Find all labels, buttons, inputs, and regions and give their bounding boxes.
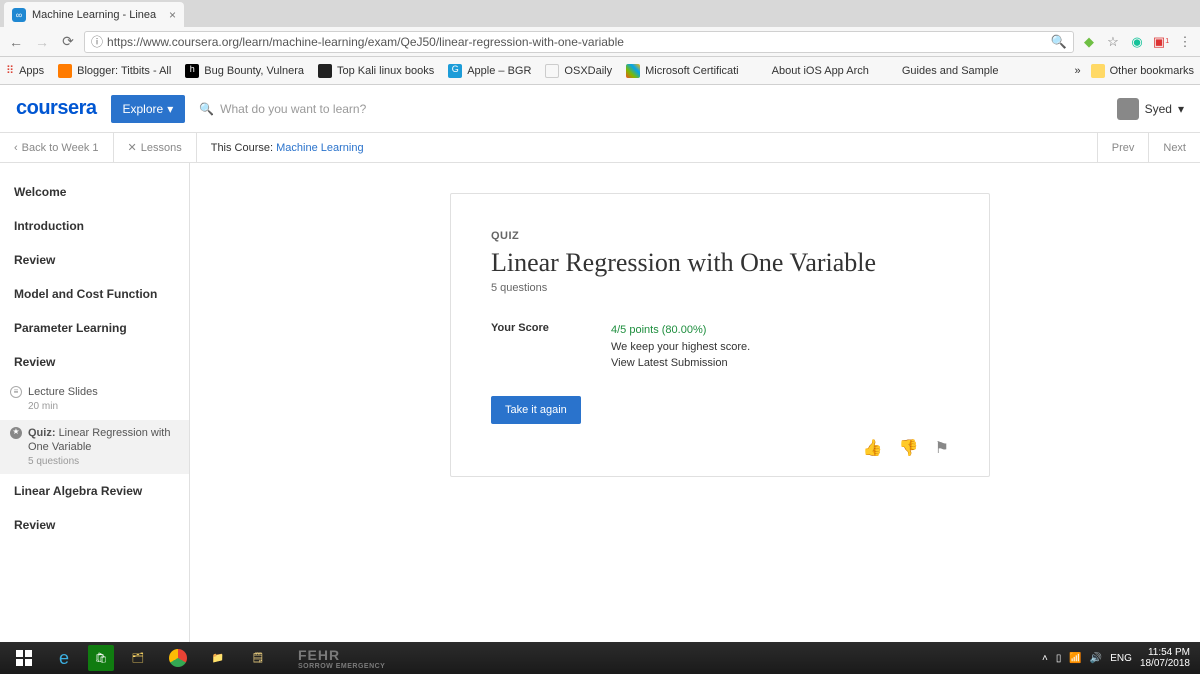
other-bookmarks[interactable]: Other bookmarks <box>1091 64 1194 78</box>
bookmark-item[interactable]: Blogger: Titbits - All <box>58 64 171 78</box>
course-link[interactable]: Machine Learning <box>276 142 363 154</box>
prev-button[interactable]: Prev <box>1097 133 1149 163</box>
score-note: We keep your highest score. <box>611 339 750 356</box>
search-field[interactable]: 🔍 What do you want to learn? <box>199 102 1102 116</box>
user-menu[interactable]: Syed ▾ <box>1117 98 1184 120</box>
sidebar-section[interactable]: Model and Cost Function <box>0 277 189 311</box>
nav-reload-button[interactable]: ⟳ <box>58 32 78 52</box>
browser-tab-strip: ∞ Machine Learning - Linea × <box>0 0 1200 27</box>
course-subnav: ‹Back to Week 1 ✕Lessons This Course: Ma… <box>0 133 1200 163</box>
score-label: Your Score <box>491 322 611 372</box>
sidebar-section[interactable]: Review <box>0 345 189 379</box>
start-button[interactable] <box>4 642 44 674</box>
extension-icon[interactable]: ◆ <box>1080 33 1098 51</box>
bookmarks-bar: ⠿Apps Blogger: Titbits - All hBug Bounty… <box>0 57 1200 85</box>
windows-taskbar: e 🛍 🗂 📁 🗒 FEHRSORROW EMERGENCY ˄ ▯ 📶 🔊 E… <box>0 642 1200 674</box>
bookmark-item[interactable]: Guides and Sample <box>883 64 999 78</box>
quiz-title: Linear Regression with One Variable <box>491 248 949 278</box>
nav-back-button[interactable]: ← <box>6 32 26 52</box>
tray-lang[interactable]: ENG <box>1110 653 1132 664</box>
flag-icon[interactable]: ⚑ <box>935 438 949 458</box>
take-again-button[interactable]: Take it again <box>491 396 581 424</box>
sidebar-section[interactable]: Review <box>0 508 189 542</box>
sidebar-section[interactable]: Linear Algebra Review <box>0 474 189 508</box>
next-button[interactable]: Next <box>1148 133 1200 163</box>
taskbar-ie-icon[interactable]: e <box>44 642 84 674</box>
browser-tab-active[interactable]: ∞ Machine Learning - Linea × <box>4 2 184 27</box>
sidebar-section[interactable]: Parameter Learning <box>0 311 189 345</box>
extension-grammarly-icon[interactable]: ◉ <box>1128 33 1146 51</box>
tab-close-icon[interactable]: × <box>169 8 176 22</box>
tab-favicon: ∞ <box>12 8 26 22</box>
url-text: https://www.coursera.org/learn/machine-l… <box>107 35 1051 49</box>
thumbs-up-icon[interactable]: 👍 <box>863 438 883 458</box>
tray-wifi-icon[interactable]: 📶 <box>1069 653 1081 664</box>
coursera-header: coursera Explore▾ 🔍 What do you want to … <box>0 85 1200 133</box>
taskbar-store-icon[interactable]: 🛍 <box>88 645 114 671</box>
nav-forward-button[interactable]: → <box>32 32 52 52</box>
search-icon: 🔍 <box>199 102 214 116</box>
search-icon[interactable]: 🔍 <box>1051 34 1067 50</box>
apps-shortcut[interactable]: ⠿Apps <box>6 64 44 77</box>
thumbs-down-icon[interactable]: 👎 <box>899 438 919 458</box>
bookmark-item[interactable]: About iOS App Arch <box>753 64 869 78</box>
bookmark-item[interactable]: hBug Bounty, Vulnera <box>185 64 304 78</box>
bookmarks-overflow-icon[interactable]: » <box>1075 65 1081 77</box>
site-info-icon[interactable]: ⓘ <box>91 33 103 50</box>
tray-up-icon[interactable]: ˄ <box>1042 653 1048 664</box>
coursera-logo[interactable]: coursera <box>16 97 97 120</box>
view-submission-link[interactable]: View Latest Submission <box>611 355 750 372</box>
lesson-sidebar: Welcome Introduction Review Model and Co… <box>0 163 190 642</box>
sidebar-section[interactable]: Review <box>0 243 189 277</box>
taskbar-chrome-icon[interactable] <box>158 642 198 674</box>
user-name: Syed <box>1145 102 1172 116</box>
chevron-down-icon: ▾ <box>1178 102 1184 116</box>
chevron-down-icon: ▾ <box>167 102 173 116</box>
tray-battery-icon[interactable]: ▯ <box>1056 653 1062 664</box>
chrome-menu-button[interactable]: ⋮ <box>1176 33 1194 51</box>
chevron-left-icon: ‹ <box>14 142 18 154</box>
bookmark-item[interactable]: Top Kali linux books <box>318 64 434 78</box>
back-to-week-button[interactable]: ‹Back to Week 1 <box>0 133 114 163</box>
course-breadcrumb: This Course: Machine Learning <box>197 142 378 154</box>
bookmark-item[interactable]: GApple – BGR <box>448 64 531 78</box>
sidebar-item-quiz[interactable]: ★ Quiz: Linear Regression with One Varia… <box>0 420 189 475</box>
tray-clock[interactable]: 11:54 PM18/07/2018 <box>1140 647 1190 669</box>
reading-icon: ≡ <box>10 386 22 398</box>
avatar <box>1117 98 1139 120</box>
sidebar-section[interactable]: Welcome <box>0 175 189 209</box>
taskbar-notes-icon[interactable]: 🗒 <box>238 642 278 674</box>
address-bar[interactable]: ⓘ https://www.coursera.org/learn/machine… <box>84 31 1074 53</box>
tab-title: Machine Learning - Linea <box>32 9 163 21</box>
sidebar-item-lecture[interactable]: ≡ Lecture Slides20 min <box>0 379 189 420</box>
explore-button[interactable]: Explore▾ <box>111 95 186 123</box>
browser-toolbar: ← → ⟳ ⓘ https://www.coursera.org/learn/m… <box>0 27 1200 57</box>
sidebar-section[interactable]: Introduction <box>0 209 189 243</box>
star-icon: ★ <box>10 427 22 439</box>
bookmark-item[interactable]: OSXDaily <box>545 64 612 78</box>
quiz-subtitle: 5 questions <box>491 282 949 294</box>
main-content: QUIZ Linear Regression with One Variable… <box>190 163 1200 642</box>
close-icon: ✕ <box>128 141 137 154</box>
lessons-button[interactable]: ✕Lessons <box>114 133 197 163</box>
tray-volume-icon[interactable]: 🔊 <box>1090 653 1102 664</box>
extension-adblock-icon[interactable]: ▣1 <box>1152 33 1170 51</box>
search-placeholder: What do you want to learn? <box>220 102 366 116</box>
desktop-widget: FEHRSORROW EMERGENCY <box>298 647 385 670</box>
taskbar-explorer-icon[interactable]: 🗂 <box>118 642 158 674</box>
taskbar-folder-icon[interactable]: 📁 <box>198 642 238 674</box>
bookmark-star-icon[interactable]: ☆ <box>1104 33 1122 51</box>
bookmark-item[interactable]: Microsoft Certificati <box>626 64 739 78</box>
quiz-card: QUIZ Linear Regression with One Variable… <box>450 193 990 477</box>
quiz-tag: QUIZ <box>491 230 949 242</box>
score-points: 4/5 points (80.00%) <box>611 322 750 339</box>
